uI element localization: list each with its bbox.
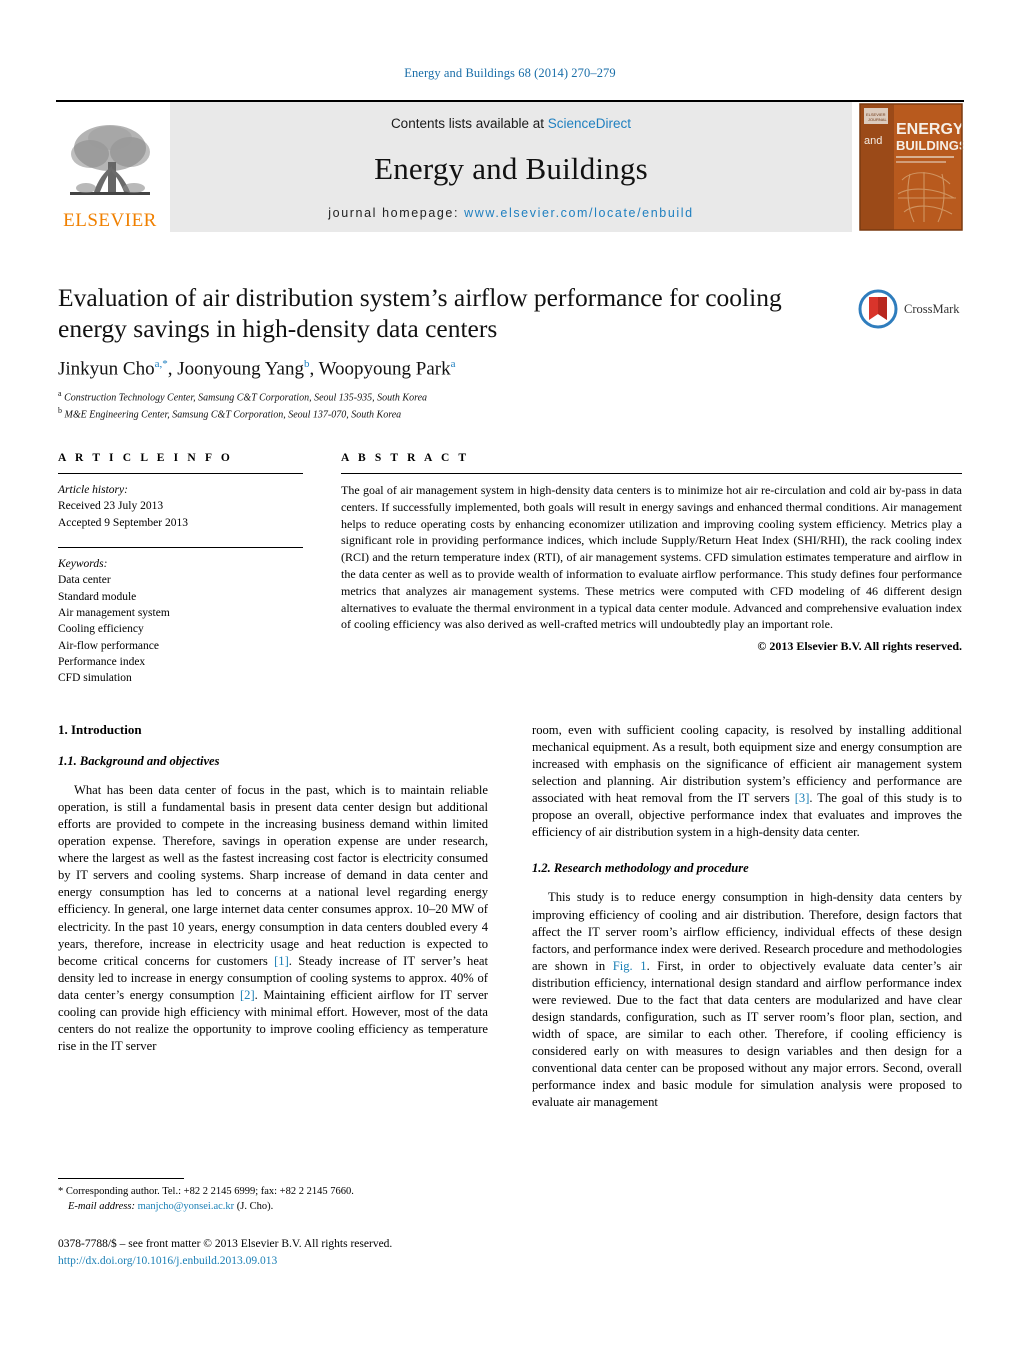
paragraph-background: What has been data center of focus in th… — [58, 782, 488, 1055]
article-history-label: Article history: — [58, 484, 128, 496]
article-info-heading: A R T I C L E I N F O — [58, 452, 233, 464]
keyword-item: Standard module — [58, 590, 137, 603]
keyword-item: CFD simulation — [58, 672, 132, 685]
corresponding-author-note: * Corresponding author. Tel.: +82 2 2145… — [58, 1184, 488, 1214]
homepage-prefix: journal homepage: — [328, 206, 460, 220]
author-name: Woopyoung Park — [318, 358, 451, 380]
footnote-divider — [58, 1178, 184, 1179]
abstract-copyright: © 2013 Elsevier B.V. All rights reserved… — [757, 639, 962, 654]
masthead-center: Contents lists available at ScienceDirec… — [170, 102, 852, 232]
author-name: Joonyoung Yang — [177, 358, 304, 380]
email-link[interactable]: manjcho@yonsei.ac.kr — [138, 1201, 235, 1212]
svg-text:BUILDINGS: BUILDINGS — [896, 138, 964, 153]
keyword-item: Air management system — [58, 606, 170, 619]
affiliation-item: b M&E Engineering Center, Samsung C&T Co… — [58, 405, 848, 423]
author-affil-mark: b — [303, 358, 310, 371]
journal-cover-thumbnail: ELSEVIER JOURNAL and ENERGY BUILDINGS — [858, 102, 968, 232]
divider — [58, 546, 303, 548]
issn-frontmatter-line: 0378-7788/$ – see front matter © 2013 El… — [58, 1238, 393, 1250]
crossmark-label: CrossMark — [904, 301, 960, 316]
article-history-group: Article history: Received 23 July 2013 A… — [58, 482, 303, 531]
affiliation-item: a Construction Technology Center, Samsun… — [58, 388, 848, 406]
svg-text:ENERGY: ENERGY — [896, 121, 964, 138]
keyword-item: Air-flow performance — [58, 639, 159, 652]
affiliation-text: Construction Technology Center, Samsung … — [64, 391, 428, 403]
keywords-group: Keywords: Data center Standard module Ai… — [58, 556, 303, 687]
elsevier-logo: ELSEVIER — [56, 102, 164, 232]
keywords-label: Keywords: — [58, 557, 108, 570]
paragraph-continued: room, even with sufficient cooling capac… — [532, 722, 962, 841]
title-block: Evaluation of air distribution system’s … — [58, 283, 848, 423]
body-column-left: 1. Introduction 1.1. Background and obje… — [58, 722, 488, 1111]
author-name: Jinkyun Cho — [58, 358, 155, 380]
affiliation-mark: a — [58, 388, 62, 398]
article-info-column: A R T I C L E I N F O Article history: R… — [58, 452, 303, 687]
sciencedirect-link[interactable]: ScienceDirect — [548, 116, 631, 131]
contents-available-line: Contents lists available at ScienceDirec… — [391, 116, 631, 131]
footnote-block: * Corresponding author. Tel.: +82 2 2145… — [58, 1178, 488, 1214]
citation-ref-2[interactable]: [2] — [240, 988, 255, 1002]
homepage-url-link[interactable]: www.elsevier.com/locate/enbuild — [464, 206, 694, 220]
paragraph-part: . First, in order to objectively evaluat… — [532, 958, 962, 1110]
email-label: E-mail address: — [68, 1201, 135, 1213]
abstract-column: A B S T R A C T The goal of air manageme… — [341, 452, 962, 687]
subsection-heading-methodology: 1.2. Research methodology and procedure — [532, 861, 749, 876]
journal-article-page: Energy and Buildings 68 (2014) 270–279 E… — [0, 0, 1020, 1351]
body-column-right: room, even with sufficient cooling capac… — [532, 722, 962, 1111]
doi-link[interactable]: http://dx.doi.org/10.1016/j.enbuild.2013… — [58, 1253, 488, 1270]
journal-homepage-line: journal homepage: www.elsevier.com/locat… — [328, 206, 693, 220]
info-abstract-row: A R T I C L E I N F O Article history: R… — [58, 452, 962, 687]
keyword-item: Cooling efficiency — [58, 623, 144, 636]
divider — [58, 473, 303, 474]
corresponding-author-text: * Corresponding author. Tel.: +82 2 2145… — [58, 1186, 354, 1197]
affiliation-text: M&E Engineering Center, Samsung C&T Corp… — [64, 409, 402, 421]
journal-cover-image: ELSEVIER JOURNAL and ENERGY BUILDINGS — [859, 103, 968, 231]
email-suffix: (J. Cho). — [236, 1201, 274, 1213]
author-list: Jinkyun Choa,*, Joonyoung Yangb, Woopyou… — [58, 358, 456, 380]
paragraph-methodology: This study is to reduce energy consumpti… — [532, 889, 962, 1111]
subsection-heading-background: 1.1. Background and objectives — [58, 754, 220, 768]
journal-title: Energy and Buildings — [374, 150, 648, 186]
citation-ref-3[interactable]: [3] — [795, 791, 810, 805]
paper-title: Evaluation of air distribution system’s … — [58, 283, 782, 343]
keyword-item: Performance index — [58, 655, 146, 668]
running-head: Energy and Buildings 68 (2014) 270–279 — [404, 66, 616, 80]
abstract-heading: A B S T R A C T — [341, 452, 470, 464]
elsevier-tree-icon — [70, 125, 150, 195]
affiliation-list: a Construction Technology Center, Samsun… — [58, 388, 848, 424]
journal-masthead: ELSEVIER Contents lists available at Sci… — [56, 100, 968, 232]
section-heading-introduction: 1. Introduction — [58, 722, 142, 737]
citation-ref-1[interactable]: [1] — [274, 954, 289, 968]
divider — [341, 473, 962, 474]
article-history-received: Received 23 July 2013 — [58, 500, 164, 513]
imprint-block: 0378-7788/$ – see front matter © 2013 El… — [58, 1236, 488, 1271]
contents-prefix: Contents lists available at — [390, 116, 548, 131]
svg-text:JOURNAL: JOURNAL — [868, 117, 887, 122]
abstract-text: The goal of air management system in hig… — [341, 483, 962, 632]
article-history-accepted: Accepted 9 September 2013 — [58, 516, 188, 529]
keyword-item: Data center — [58, 574, 111, 587]
affiliation-mark: b — [58, 406, 62, 416]
paragraph-part: What has been data center of focus in th… — [58, 783, 488, 968]
author-affil-mark: a — [450, 358, 456, 371]
author-affil-mark: a,* — [154, 358, 168, 371]
elsevier-wordmark: ELSEVIER — [63, 210, 157, 231]
svg-text:and: and — [864, 135, 882, 147]
crossmark-icon[interactable] — [858, 289, 898, 329]
figure-ref-1[interactable]: Fig. 1 — [613, 959, 647, 973]
crossmark-badge[interactable]: CrossMark — [858, 287, 962, 331]
body-columns: 1. Introduction 1.1. Background and obje… — [58, 722, 962, 1111]
